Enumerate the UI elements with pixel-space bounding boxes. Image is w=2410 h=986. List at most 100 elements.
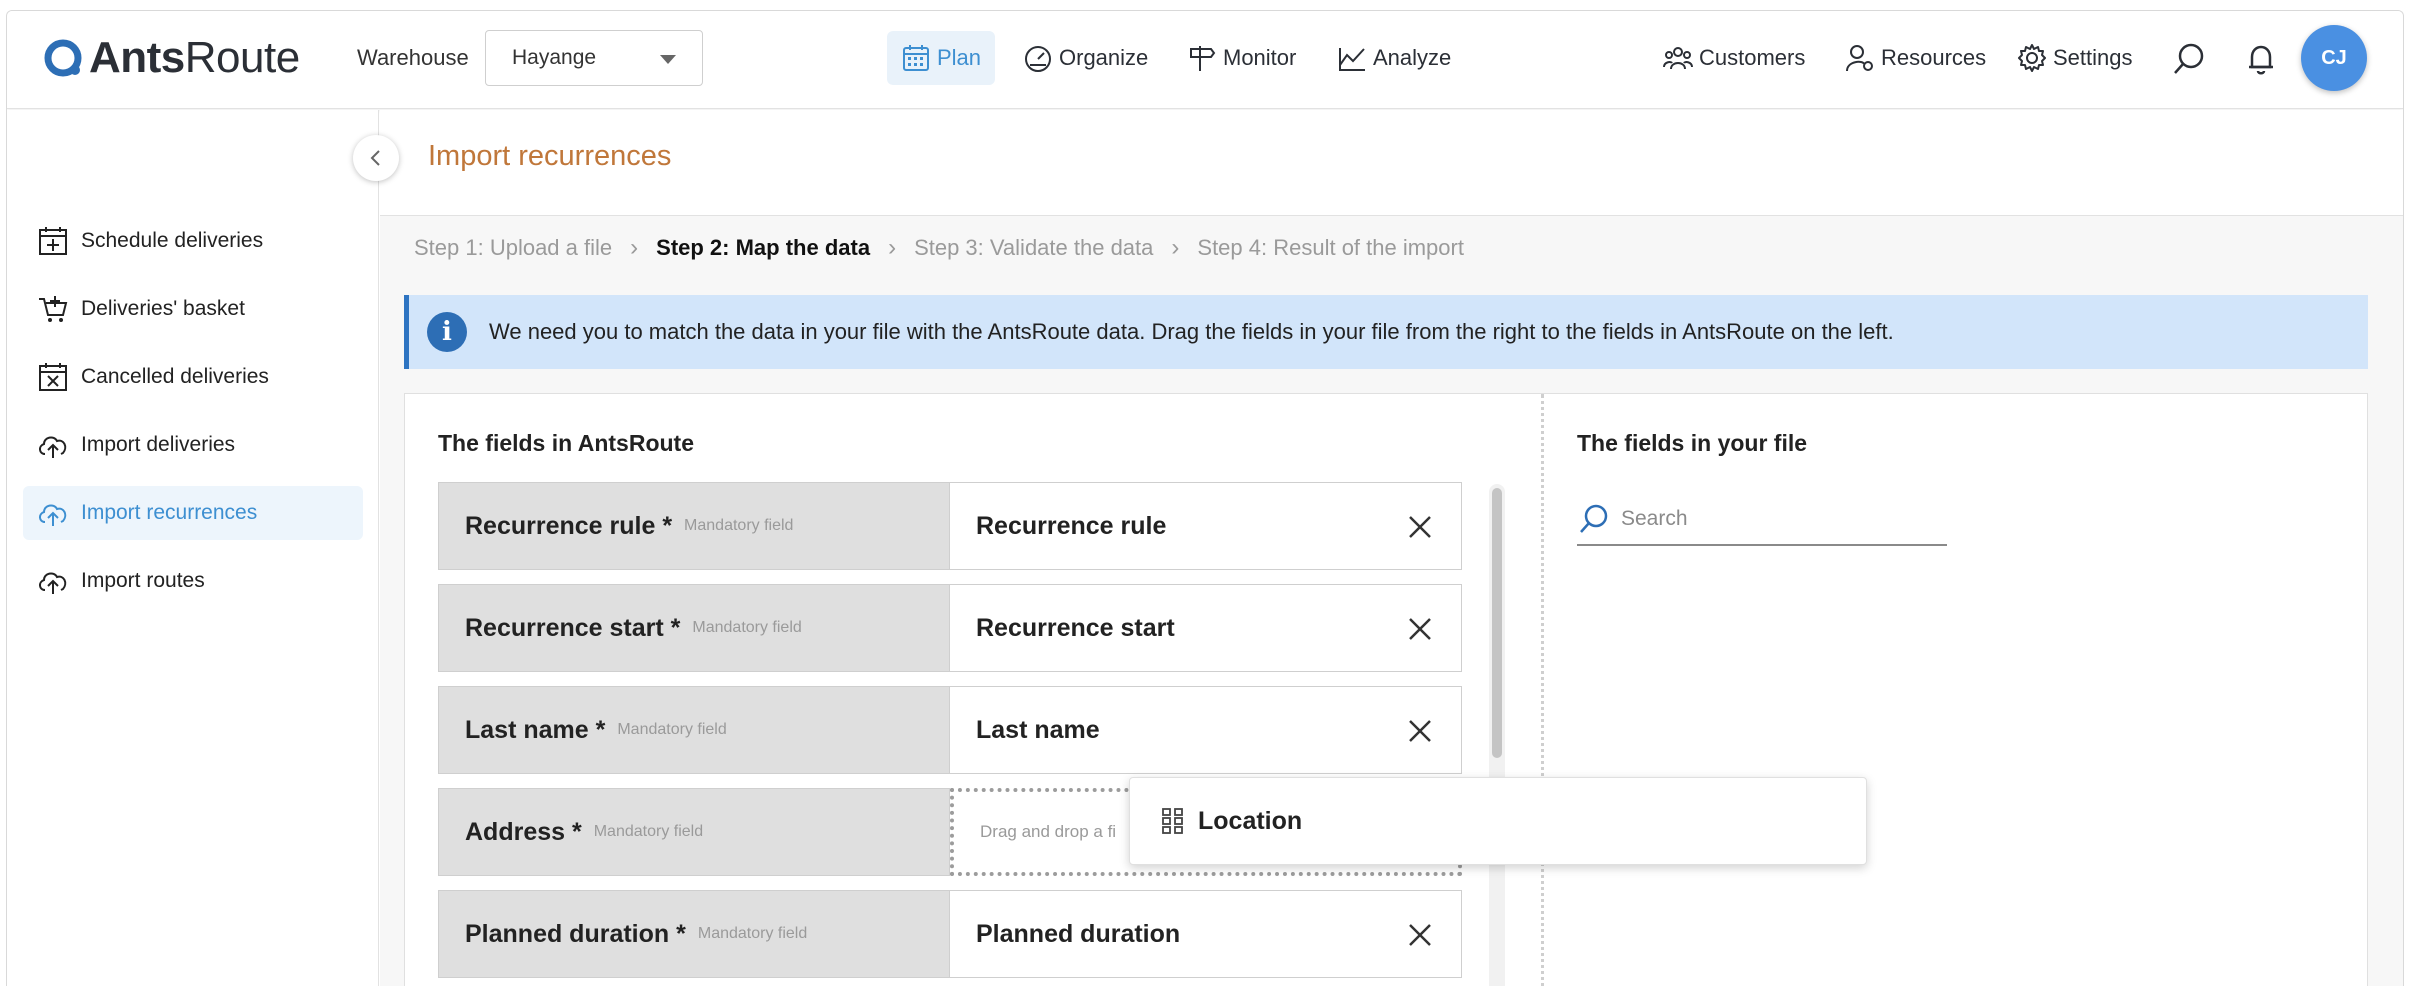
dragged-field-label: Location [1198,806,1303,835]
step-4[interactable]: Step 4: Result of the import [1197,235,1464,261]
mapped-field-value: Recurrence start [976,613,1175,642]
mandatory-label: Mandatory field [697,925,808,942]
sidebar-item-schedule-deliveries[interactable]: Schedule deliveries [23,214,363,268]
mapped-field-slot[interactable]: Recurrence rule [950,482,1462,570]
info-icon: i [427,312,467,352]
mapped-field-slot[interactable]: Planned duration [950,890,1462,978]
warehouse-label: Warehouse [357,45,469,70]
antsroute-field: Recurrence rule * Mandatory field [438,482,950,570]
logo-text: AntsRoute [89,33,300,82]
column-divider [1541,394,1544,986]
nav-monitor-label: Monitor [1223,45,1297,70]
close-icon[interactable] [1407,922,1433,948]
sidebar-item-label: Import recurrences [81,501,258,524]
field-name: Address * [465,817,582,846]
sidebar-item-label: Deliveries' basket [81,297,245,320]
mapped-field-value: Recurrence rule [976,511,1167,540]
file-fields-search [1577,494,1947,546]
antsroute-logo[interactable]: AntsRoute [41,33,300,83]
antsroute-field: Recurrence start * Mandatory field [438,584,950,672]
nav-resources-label: Resources [1881,45,1987,70]
search-input[interactable] [1621,507,1921,531]
sidebar-item-import-deliveries[interactable]: Import deliveries [23,418,363,472]
mapped-field-value: Last name [976,715,1100,744]
nav-monitor[interactable]: Monitor [1187,31,1296,85]
basket-icon [39,296,68,322]
mandatory-label: Mandatory field [684,517,794,534]
top-header: AntsRoute Warehouse Hayange Plan Organiz… [7,11,2403,109]
sidebar-item-import-recurrences[interactable]: Import recurrences [23,486,363,540]
nav-analyze[interactable]: Analyze [1337,31,1451,85]
nav-analyze-label: Analyze [1373,45,1452,70]
calendar-x-icon [39,363,67,391]
collapse-sidebar-button[interactable] [353,135,399,181]
mapping-panel: The fields in AntsRoute The fields in yo… [404,393,2368,986]
warehouse-value: Hayange [512,46,597,69]
nav-plan-label: Plan [937,45,982,70]
antsroute-field: Address * Mandatory field [438,788,950,876]
mapped-field-value: Planned duration [976,919,1181,948]
nav-resources[interactable]: Resources [1845,31,1986,85]
mandatory-label: Mandatory field [593,823,704,840]
gear-icon [2018,44,2046,72]
warehouse-select[interactable]: Hayange [485,30,703,86]
cloud-upload-icon [39,572,67,594]
close-icon[interactable] [1407,514,1433,540]
close-icon[interactable] [1407,718,1433,744]
mapped-field-slot[interactable]: Recurrence start [950,584,1462,672]
page-title: Import recurrences [428,140,672,172]
info-text: We need you to match the data in your fi… [489,319,1894,344]
app-window: AntsRoute Warehouse Hayange Plan Organiz… [6,10,2404,986]
info-banner: i We need you to match the data in your … [404,295,2368,369]
sidebar-item-import-routes[interactable]: Import routes [23,554,363,608]
sidebar: Schedule deliveries Deliveries' basket C… [7,110,379,986]
field-name: Last name * [465,715,606,744]
step-3[interactable]: Step 3: Validate the data [914,235,1153,261]
field-name: Recurrence rule * [465,511,673,540]
nav-settings-label: Settings [2053,45,2133,70]
mapping-row: Recurrence rule * Mandatory field Recurr… [438,482,1462,570]
nav-customers[interactable]: Customers [1663,31,1805,85]
nav-settings[interactable]: Settings [2017,31,2133,85]
chevron-left-icon [370,150,380,166]
mapped-field-slot[interactable]: Last name [950,686,1462,774]
nav-customers-label: Customers [1699,45,1806,70]
chevron-right-icon: › [888,234,897,261]
user-avatar[interactable]: CJ [2301,25,2367,91]
drag-handle-icon [1162,808,1183,834]
dragged-file-field[interactable]: Location [1129,777,1867,865]
bell-icon[interactable] [2243,41,2279,77]
search-icon[interactable] [2171,41,2207,77]
scrollbar-thumb[interactable] [1492,488,1502,758]
sidebar-item-label: Schedule deliveries [81,229,264,252]
resources-icon [1846,45,1873,72]
step-2[interactable]: Step 2: Map the data [656,235,870,261]
nav-organize[interactable]: Organize [1023,31,1148,85]
sidebar-item-deliveries-basket[interactable]: Deliveries' basket [23,282,363,336]
left-column-title: The fields in AntsRoute [438,430,694,456]
mandatory-label: Mandatory field [617,721,727,738]
sidebar-item-cancelled-deliveries[interactable]: Cancelled deliveries [23,350,363,404]
sidebar-item-label: Cancelled deliveries [81,365,269,388]
mapping-row: Planned duration * Mandatory field Plann… [438,890,1462,978]
chevron-right-icon: › [630,234,639,261]
logo-ring-icon [44,39,82,77]
signpost-icon [1190,46,1216,71]
mandatory-label: Mandatory field [692,619,802,636]
antsroute-field: Planned duration * Mandatory field [438,890,950,978]
antsroute-field: Last name * Mandatory field [438,686,950,774]
drop-placeholder: Drag and drop a fi [980,822,1117,841]
right-column-title: The fields in your file [1577,430,1808,456]
mapping-row: Recurrence start * Mandatory field Recur… [438,584,1462,672]
chart-icon [1339,48,1365,71]
step-1[interactable]: Step 1: Upload a file [414,235,612,261]
close-icon[interactable] [1407,616,1433,642]
gauge-icon [1025,46,1051,72]
nav-plan[interactable]: Plan [887,31,996,85]
search-icon [1580,504,1608,533]
cloud-upload-icon [39,436,67,458]
stepper: Step 1: Upload a file › Step 2: Map the … [414,234,1464,262]
mapping-scrollbar[interactable] [1489,484,1505,986]
field-name: Planned duration * [465,919,686,948]
chevron-right-icon: › [1171,234,1180,261]
